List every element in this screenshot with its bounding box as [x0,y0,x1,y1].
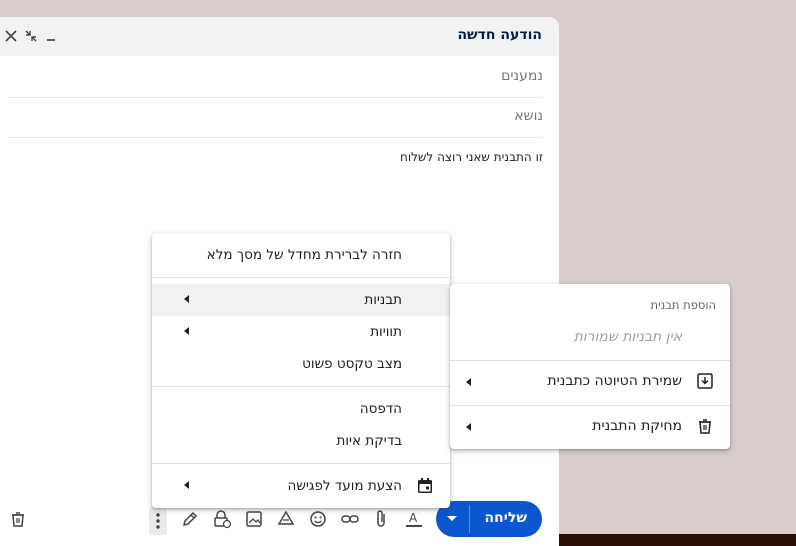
insert-link-icon[interactable] [340,509,360,529]
send-options-icon[interactable] [447,516,457,521]
menu-item-label: תבניות [364,292,402,308]
submenu-arrow-icon [184,481,189,489]
minimize-icon[interactable] [42,26,60,46]
subject-field[interactable]: נושא [8,97,543,138]
no-templates-text: אין תבניות שמורות [573,329,682,345]
desktop-strip [559,534,796,546]
emoji-icon[interactable] [308,509,328,529]
menu-item-label: שמירת הטיוטה כתבנית [547,373,682,389]
menu-item-labels[interactable]: תוויות [152,316,450,348]
menu-item-exit-fullscreen-default[interactable]: חזרה לברירת מחדל של מסך מלא [152,239,450,271]
menu-divider [152,277,450,278]
submenu-arrow-icon [466,423,471,431]
message-body[interactable]: זו התבנית שאני רוצה לשלוח [400,150,543,164]
templates-submenu: הוספת תבנית אין תבניות שמורות שמירת הטיו… [450,284,730,449]
menu-item-label: חזרה לברירת מחדל של מסך מלא [206,247,402,263]
subject-placeholder: נושא [514,108,543,124]
submenu-arrow-icon [184,327,189,335]
menu-item-plain-text-mode[interactable]: מצב טקסט פשוט [152,348,450,380]
discard-draft-icon[interactable] [8,509,28,529]
calendar-icon [418,478,432,493]
menu-item-label: הצעת מועד לפגישה [287,478,402,494]
close-icon[interactable] [2,26,20,46]
compose-header: הודעה חדשה [0,17,559,56]
submenu-arrow-icon [184,295,189,303]
menu-item-print[interactable]: הדפסה [152,393,450,425]
menu-item-label: מצב טקסט פשוט [302,356,402,372]
more-options-button[interactable] [149,507,167,535]
send-separator [469,505,470,533]
submenu-arrow-icon [466,378,471,386]
attach-file-icon[interactable] [372,509,392,529]
menu-divider [152,386,450,387]
menu-item-label: תוויות [370,324,402,340]
to-placeholder: נמענים [501,68,543,84]
menu-divider [450,360,730,361]
signature-icon[interactable] [180,509,200,529]
templates-heading: הוספת תבנית [650,298,716,312]
compose-title: הודעה חדשה [457,27,542,43]
to-field[interactable]: נמענים [8,57,543,98]
svg-text:A: A [409,511,418,525]
menu-divider [450,405,730,406]
menu-item-spell-check[interactable]: בדיקת איות [152,425,450,457]
menu-item-label: מחיקת התבנית [592,418,682,434]
menu-divider [152,463,450,464]
menu-item-suggest-meeting[interactable]: הצעת מועד לפגישה [152,470,450,502]
more-options-menu: חזרה לברירת מחדל של מסך מלא תבניות תוויו… [152,233,450,508]
menu-item-label: הדפסה [359,401,402,417]
delete-icon [699,419,711,434]
menu-item-save-draft-as-template[interactable]: שמירת הטיוטה כתבנית [450,362,730,402]
confidential-mode-icon[interactable] [212,509,232,529]
send-label: שליחה [484,510,527,526]
menu-item-label: בדיקת איות [336,433,402,449]
text-format-icon[interactable]: A [404,509,424,529]
drive-icon[interactable] [276,509,296,529]
save-template-icon [697,373,713,389]
menu-item-delete-template[interactable]: מחיקת התבנית [450,407,730,447]
menu-item-templates[interactable]: תבניות [152,284,450,316]
insert-photo-icon[interactable] [244,509,264,529]
exit-fullscreen-icon[interactable] [22,26,40,46]
send-button[interactable]: שליחה [436,501,542,537]
more-vert-icon [156,513,160,529]
